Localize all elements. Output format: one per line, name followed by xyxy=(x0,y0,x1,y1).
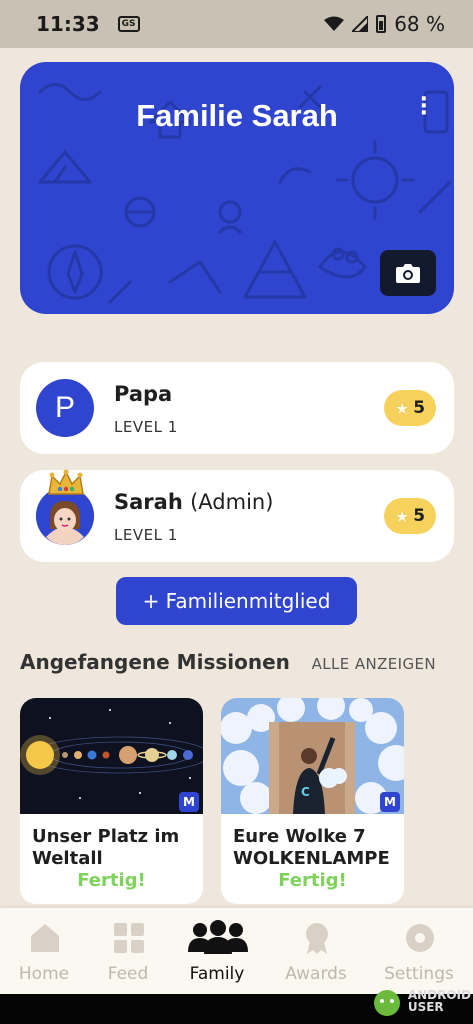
battery-percent: 68 % xyxy=(394,12,445,36)
award-icon xyxy=(306,923,328,954)
status-bar: 11:33 GS 68 % xyxy=(0,0,473,48)
watermark-text: ANDROID USER xyxy=(408,989,471,1013)
nav-label: Feed xyxy=(107,964,149,984)
family-banner: Familie Sarah · · · xyxy=(20,62,454,314)
show-all-link[interactable]: ALLE ANZEIGEN xyxy=(312,655,436,673)
gear-icon xyxy=(406,924,434,952)
status-icons: 68 % xyxy=(324,12,445,36)
mission-status: Fertig! xyxy=(278,870,347,891)
star-icon: ★ xyxy=(394,506,410,526)
family-icon xyxy=(188,920,248,954)
points-value: 5 xyxy=(413,506,426,526)
more-vert-icon: · · · xyxy=(419,87,428,126)
watermark: ANDROID USER xyxy=(370,986,471,1016)
android-logo-icon xyxy=(373,990,400,1016)
nav-awards[interactable]: Awards xyxy=(269,908,363,994)
add-family-member-button[interactable]: + Familienmitglied xyxy=(116,577,357,625)
member-card-sarah[interactable]: Sarah (Admin) LEVEL 1 ★ 5 xyxy=(20,469,454,562)
member-name-text: Papa xyxy=(114,382,173,406)
section-title: Angefangene Missionen xyxy=(20,650,290,674)
points-value: 5 xyxy=(413,398,426,418)
member-name: Papa xyxy=(114,382,172,406)
signal-icon xyxy=(352,16,369,32)
more-options-button[interactable]: · · · xyxy=(420,89,428,125)
mission-tag: M xyxy=(179,792,199,812)
nav-family[interactable]: Family xyxy=(170,908,264,994)
mission-card[interactable]: M Unser Platz im Weltall Fertig! xyxy=(20,698,203,904)
mission-title: Eure Wolke 7 WOLKENLAMPE xyxy=(233,826,390,868)
nav-label: Family xyxy=(189,964,245,984)
bottom-navigation: Home Feed Family Awards Settings xyxy=(0,908,473,994)
mission-tag: M xyxy=(380,792,400,812)
status-time: 11:33 xyxy=(36,12,100,36)
avatar: P xyxy=(36,379,94,437)
member-name-text: Sarah xyxy=(114,490,183,514)
crown-icon xyxy=(48,469,84,495)
member-card-papa[interactable]: P Papa LEVEL 1 ★ 5 xyxy=(20,362,454,454)
mission-image-solar-system xyxy=(20,698,203,814)
svg-text:C: C xyxy=(301,785,310,799)
mission-card[interactable]: C M Eure Wolke 7 WOLKENLAMPE Fertig! xyxy=(221,698,404,904)
notification-badge: GS xyxy=(117,16,140,32)
mission-status: Fertig! xyxy=(77,870,146,891)
nav-label: Settings xyxy=(384,964,454,984)
star-icon: ★ xyxy=(394,398,410,418)
watermark-line2: USER xyxy=(407,1000,444,1014)
grid-icon xyxy=(114,923,144,953)
member-level: LEVEL 1 xyxy=(114,418,178,436)
nav-settings[interactable]: Settings xyxy=(372,908,466,994)
member-role: (Admin) xyxy=(190,490,274,514)
family-title: Familie Sarah xyxy=(136,98,338,133)
nav-label: Awards xyxy=(285,964,347,984)
nav-feed[interactable]: Feed xyxy=(81,908,175,994)
home-icon xyxy=(31,924,59,952)
member-level: LEVEL 1 xyxy=(114,526,178,544)
nav-home[interactable]: Home xyxy=(0,908,91,994)
battery-icon xyxy=(376,15,387,33)
wifi-icon xyxy=(324,16,345,31)
mission-image-cloud-lamp: C xyxy=(221,698,404,814)
change-photo-button[interactable] xyxy=(380,250,436,296)
points-badge: ★ 5 xyxy=(384,390,436,426)
camera-icon xyxy=(396,264,420,283)
member-name: Sarah (Admin) xyxy=(114,490,273,514)
mission-title: Unser Platz im Weltall xyxy=(32,826,180,868)
points-badge: ★ 5 xyxy=(384,498,436,534)
nav-label: Home xyxy=(18,964,70,984)
